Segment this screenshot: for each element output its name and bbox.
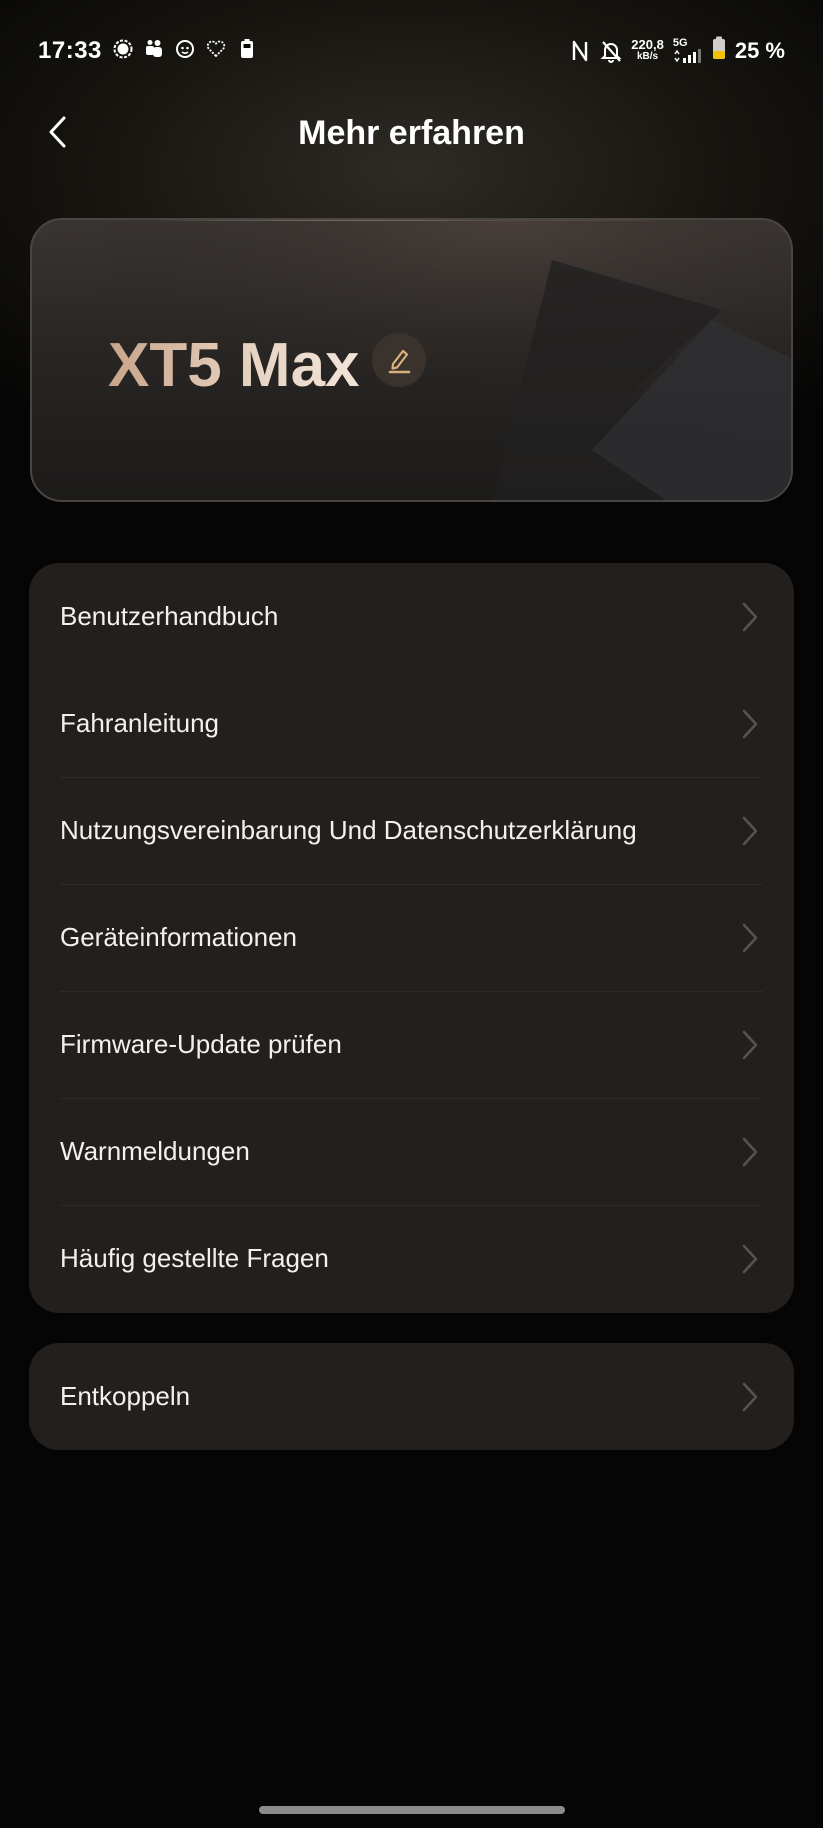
menu-item-label: Häufig gestellte Fragen bbox=[60, 1243, 329, 1273]
menu-item-firmware-update[interactable]: Firmware-Update prüfen bbox=[29, 991, 794, 1098]
network-type: 5G bbox=[672, 36, 688, 49]
menu-item-label: Fahranleitung bbox=[60, 708, 219, 738]
chevron-right-icon bbox=[742, 1244, 758, 1274]
device-name: XT5 Max bbox=[108, 331, 360, 400]
status-left-icons bbox=[112, 38, 258, 60]
network-speed-value: 220,8 bbox=[631, 36, 664, 52]
mobile-network: 5G bbox=[672, 36, 703, 64]
battery-percent: 25 % bbox=[734, 37, 785, 63]
menu-item-alerts[interactable]: Warnmeldungen bbox=[29, 1098, 794, 1205]
network-speed-unit: kB/s bbox=[637, 50, 659, 62]
chevron-right-icon bbox=[742, 602, 758, 632]
signal-messenger-icon bbox=[112, 38, 134, 60]
home-indicator[interactable] bbox=[259, 1806, 565, 1814]
battery-icon bbox=[712, 36, 726, 65]
page-title: Mehr erfahren bbox=[298, 114, 525, 152]
menu-item-label: Warnmeldungen bbox=[60, 1136, 250, 1166]
chevron-right-icon bbox=[742, 816, 758, 846]
menu-item-unpair[interactable]: Entkoppeln bbox=[29, 1343, 794, 1450]
page-header: Mehr erfahren bbox=[0, 96, 823, 168]
nfc-icon bbox=[569, 39, 591, 63]
status-bar: 17:33 220,8 kB/s 5G 25 % bbox=[0, 0, 823, 100]
teams-icon bbox=[143, 38, 165, 60]
menu-item-label: Firmware-Update prüfen bbox=[60, 1029, 342, 1059]
chevron-right-icon bbox=[742, 1030, 758, 1060]
battery-saver-icon bbox=[236, 38, 258, 60]
menu-item-label: Nutzungsvereinbarung Und Datenschutzerkl… bbox=[60, 815, 637, 845]
cell-signal-icon bbox=[673, 48, 703, 64]
chevron-right-icon bbox=[742, 923, 758, 953]
menu-item-riding-guide[interactable]: Fahranleitung bbox=[29, 670, 794, 777]
network-speed: 220,8 kB/s bbox=[631, 36, 664, 63]
device-card: XT5 Max bbox=[30, 218, 793, 502]
edit-name-button[interactable] bbox=[372, 333, 426, 387]
pencil-icon bbox=[388, 349, 411, 374]
menu-item-faq[interactable]: Häufig gestellte Fragen bbox=[29, 1205, 794, 1312]
chevron-right-icon bbox=[742, 1137, 758, 1167]
status-time: 17:33 bbox=[38, 37, 102, 64]
notifications-muted-icon bbox=[600, 39, 622, 63]
unpair-section: Entkoppeln bbox=[29, 1343, 794, 1450]
chevron-right-icon bbox=[742, 1382, 758, 1412]
status-right-icons: 220,8 kB/s 5G 25 % bbox=[569, 36, 785, 65]
menu-item-label: Geräteinformationen bbox=[60, 922, 298, 952]
lion-app-icon bbox=[174, 38, 196, 60]
menu-item-label: Entkoppeln bbox=[60, 1381, 191, 1411]
chevron-right-icon bbox=[742, 709, 758, 739]
menu-item-label: Benutzerhandbuch bbox=[60, 601, 279, 631]
menu-item-terms-privacy[interactable]: Nutzungsvereinbarung Und Datenschutzerkl… bbox=[29, 777, 794, 884]
menu-item-device-info[interactable]: Geräteinformationen bbox=[29, 884, 794, 991]
menu-item-user-manual[interactable]: Benutzerhandbuch bbox=[29, 563, 794, 670]
heart-rate-icon bbox=[205, 38, 227, 60]
settings-menu: Benutzerhandbuch Fahranleitung Nutzungsv… bbox=[29, 563, 794, 1313]
